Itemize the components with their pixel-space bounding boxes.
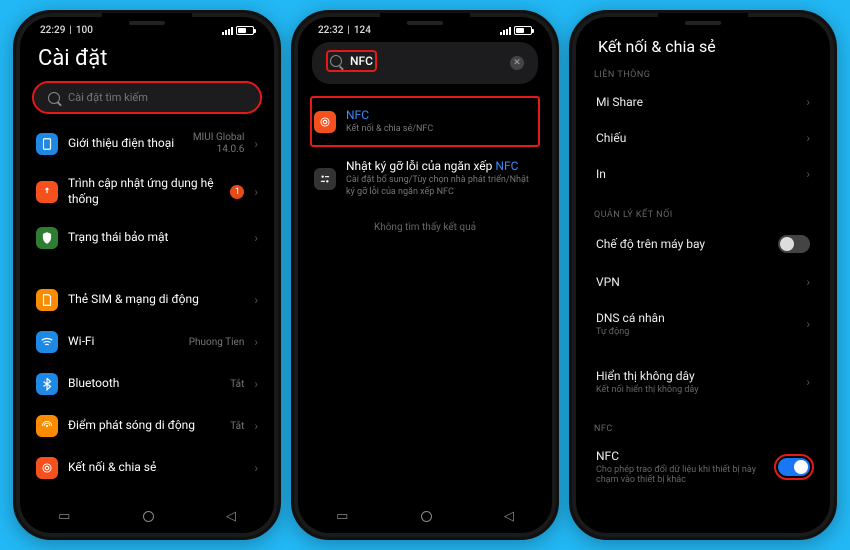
airplane-toggle[interactable] [778, 235, 810, 253]
chevron-right-icon: › [254, 185, 258, 199]
section-nfc: NFC [592, 416, 814, 438]
search-result-nfc[interactable]: NFC Kết nối & chia sẻ/NFC [310, 96, 540, 147]
search-field[interactable] [68, 91, 246, 104]
nfc-icon [314, 111, 336, 133]
row-connection-sharing[interactable]: Kết nối & chia sẻ › [34, 447, 260, 489]
chevron-right-icon: › [806, 95, 810, 109]
chevron-right-icon: › [254, 461, 258, 475]
nav-bar: ▭ ◁ [300, 501, 550, 531]
chevron-right-icon: › [254, 231, 258, 245]
row-system-updater[interactable]: Trình cập nhật ứng dụng hệ thống 1 › [34, 166, 260, 217]
no-results-text: Không tìm thấy kết quả [312, 208, 538, 233]
page-title: Cài đặt [34, 38, 260, 83]
nav-recents[interactable]: ▭ [336, 509, 348, 524]
nav-back[interactable]: ◁ [504, 509, 514, 524]
update-badge: 1 [230, 185, 244, 199]
status-bar: 22:32|124 [300, 19, 550, 38]
nav-home[interactable] [421, 511, 432, 522]
chevron-right-icon: › [254, 419, 258, 433]
hotspot-icon [36, 415, 58, 437]
row-nfc[interactable]: NFCCho phép trao đổi dữ liệu khi thiết b… [592, 438, 814, 496]
sim-icon [36, 289, 58, 311]
row-cast[interactable]: Chiếu› [592, 120, 814, 156]
wifi-icon [36, 331, 58, 353]
nav-recents[interactable]: ▭ [58, 509, 70, 524]
status-time: 22:29 [40, 25, 65, 36]
section-interconnect: LIÊN THÔNG [592, 62, 814, 84]
phone-frame-1: 22:29|100 Cài đặt Giới thiệu điện thoại … [13, 10, 281, 540]
nfc-toggle[interactable] [778, 458, 810, 476]
row-value: MIUI Global14.0.6 [193, 132, 245, 156]
row-security-status[interactable]: Trạng thái bảo mật › [34, 217, 260, 259]
section-connection-mgmt: QUẢN LÝ KẾT NỐI [592, 202, 814, 224]
battery-icon [236, 26, 254, 35]
row-sim[interactable]: Thẻ SIM & mạng di động › [34, 279, 260, 321]
row-mishare[interactable]: Mi Share› [592, 84, 814, 120]
chevron-right-icon: › [806, 131, 810, 145]
search-input[interactable]: NFC ✕ [312, 42, 538, 84]
clear-icon[interactable]: ✕ [510, 56, 524, 70]
chevron-right-icon: › [254, 293, 258, 307]
shield-icon [36, 227, 58, 249]
row-airplane[interactable]: Chế độ trên máy bay [592, 224, 814, 264]
chevron-right-icon: › [806, 375, 810, 389]
info-icon [36, 133, 58, 155]
chevron-right-icon: › [254, 137, 258, 151]
chevron-right-icon: › [806, 317, 810, 331]
search-input[interactable] [34, 83, 260, 112]
update-icon [36, 181, 58, 203]
search-result-nfc-log[interactable]: Nhật ký gỡ lỗi của ngăn xếp NFC Cài đặt … [312, 149, 538, 208]
phone-frame-3: Kết nối & chia sẻ LIÊN THÔNG Mi Share› C… [569, 10, 837, 540]
row-wifi[interactable]: Wi-Fi Phuong Tien › [34, 321, 260, 363]
search-value: NFC [350, 54, 373, 68]
chevron-right-icon: › [806, 275, 810, 289]
bluetooth-icon [36, 373, 58, 395]
nav-back[interactable]: ◁ [226, 509, 236, 524]
row-bluetooth[interactable]: Bluetooth Tắt › [34, 363, 260, 405]
row-hotspot[interactable]: Điểm phát sóng di động Tắt › [34, 405, 260, 447]
search-icon [48, 92, 60, 104]
chevron-right-icon: › [254, 335, 258, 349]
row-wireless-display[interactable]: Hiển thị không dâyKết nối hiển thị không… [592, 358, 814, 406]
settings-icon [314, 168, 336, 190]
page-title: Kết nối & chia sẻ [592, 33, 814, 62]
battery-icon [514, 26, 532, 35]
chevron-right-icon: › [254, 377, 258, 391]
chevron-right-icon: › [806, 167, 810, 181]
signal-icon [222, 27, 233, 35]
row-about-phone[interactable]: Giới thiệu điện thoại MIUI Global14.0.6 … [34, 122, 260, 166]
phone-frame-2: 22:32|124 NFC ✕ NFC Kết nối & chia sẻ/NF… [291, 10, 559, 540]
nfc-icon [36, 457, 58, 479]
search-icon [330, 55, 342, 67]
row-vpn[interactable]: VPN› [592, 264, 814, 300]
signal-icon [500, 27, 511, 35]
status-bar: 22:29|100 [22, 19, 272, 38]
row-print[interactable]: In› [592, 156, 814, 192]
search-highlight: NFC [326, 50, 377, 72]
nav-home[interactable] [143, 511, 154, 522]
nav-bar: ▭ ◁ [22, 501, 272, 531]
row-dns[interactable]: DNS cá nhânTự động› [592, 300, 814, 348]
